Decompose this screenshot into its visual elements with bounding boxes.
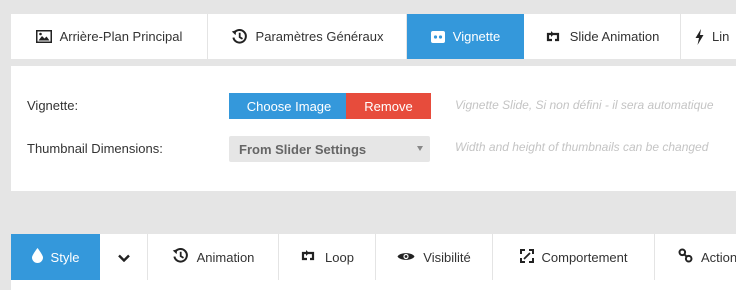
- thumbnail-settings-panel: Vignette: Choose Image Remove Vignette S…: [11, 66, 736, 191]
- thumbnail-icon: [430, 30, 445, 43]
- tab-slide-animation[interactable]: Slide Animation: [524, 14, 681, 59]
- select-value: From Slider Settings: [239, 141, 367, 157]
- loop-icon: [545, 30, 562, 43]
- drop-icon: [31, 248, 43, 266]
- tab-comportement[interactable]: Comportement: [493, 234, 655, 280]
- bolt-icon: [695, 28, 704, 45]
- layer-settings-body: [11, 280, 736, 290]
- choose-image-button[interactable]: Choose Image: [229, 93, 349, 119]
- remove-button[interactable]: Remove: [346, 93, 431, 119]
- tab-label: Vignette: [452, 29, 501, 44]
- tab-label: Action: [701, 249, 736, 265]
- dimensions-hint: Width and height of thumbnails can be ch…: [455, 140, 709, 154]
- tab-label: Paramètres Généraux: [255, 29, 384, 44]
- layer-settings-tabs: Style Animation Loop Visibilité Comporte…: [11, 234, 736, 280]
- tab-label: Style: [50, 249, 80, 265]
- thumbnail-label: Vignette:: [27, 98, 79, 113]
- thumbnail-hint: Vignette Slide, Si non défini - il sera …: [455, 98, 714, 112]
- thumbnail-dimensions-label: Thumbnail Dimensions:: [27, 141, 163, 156]
- image-icon: [35, 30, 52, 43]
- tab-label: Animation: [196, 249, 255, 265]
- chevron-down-icon: [417, 146, 423, 151]
- tab-label: Arrière-Plan Principal: [59, 29, 183, 44]
- tab-animation[interactable]: Animation: [148, 234, 279, 280]
- eye-icon: [397, 250, 415, 265]
- expand-icon: [519, 248, 534, 266]
- tab-arriere-plan-principal[interactable]: Arrière-Plan Principal: [11, 14, 208, 59]
- tab-label: Loop: [325, 249, 354, 265]
- style-dropdown-toggle[interactable]: [100, 234, 148, 280]
- link-icon: [678, 248, 693, 266]
- slide-settings-tabs: Arrière-Plan Principal Paramètres Généra…: [11, 14, 736, 59]
- tab-parametres-generaux[interactable]: Paramètres Généraux: [208, 14, 407, 59]
- loop-icon: [300, 249, 317, 265]
- history-icon: [231, 28, 248, 45]
- thumbnail-dimensions-select[interactable]: From Slider Settings: [229, 136, 430, 162]
- tab-style[interactable]: Style: [11, 234, 100, 280]
- tab-visibilite[interactable]: Visibilité: [376, 234, 493, 280]
- history-icon: [172, 247, 189, 267]
- tab-label: Visibilité: [423, 249, 471, 265]
- tab-label: Lin: [712, 29, 730, 44]
- tab-label: Comportement: [541, 249, 628, 265]
- chevron-down-icon: [117, 250, 130, 265]
- tab-loop[interactable]: Loop: [279, 234, 376, 280]
- tab-vignette[interactable]: Vignette: [407, 14, 524, 59]
- tab-liens[interactable]: Lin: [681, 14, 736, 59]
- tab-action[interactable]: Action: [655, 234, 736, 280]
- tab-label: Slide Animation: [569, 29, 660, 44]
